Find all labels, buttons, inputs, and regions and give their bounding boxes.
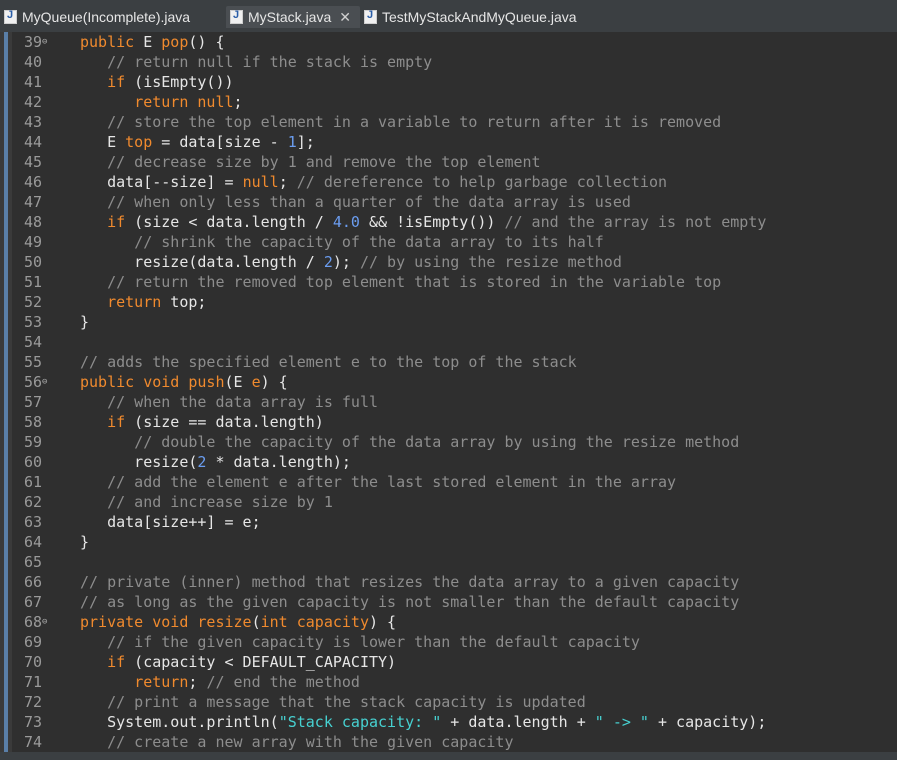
- line-code: return null;: [134, 93, 243, 111]
- line-number: 48: [23, 213, 42, 231]
- editor-left-ruler: [0, 32, 12, 760]
- java-file-icon: [4, 9, 17, 24]
- line-code: // when only less than a quarter of the …: [107, 193, 631, 211]
- line-number: 57: [23, 393, 42, 411]
- line-number: 45: [23, 153, 42, 171]
- line-number: 71: [23, 673, 42, 691]
- tab-testmystackandmyqueue[interactable]: TestMyStackAndMyQueue.java: [364, 6, 594, 28]
- fold-toggle-icon[interactable]: ⊖: [42, 372, 47, 392]
- line-code: if (size < data.length / 4.0 && !isEmpty…: [107, 213, 767, 231]
- line-number: 66: [23, 573, 42, 591]
- line-code: // create a new array with the given cap…: [107, 733, 514, 751]
- line-number: 69: [23, 633, 42, 651]
- line-code: return; // end the method: [134, 673, 360, 691]
- code-editor[interactable]: 39 ⊖ public E pop() {40 // return null if …: [0, 32, 897, 760]
- line-number: 51: [23, 273, 42, 291]
- line-code: // store the top element in a variable t…: [107, 113, 722, 131]
- line-number: 44: [23, 133, 42, 151]
- line-number: 49: [23, 233, 42, 251]
- tab-label: MyQueue(Incomplete).java: [22, 9, 191, 25]
- horizontal-scrollbar[interactable]: [0, 752, 897, 760]
- line-code: // when the data array is full: [107, 393, 379, 411]
- line-code: public void push(E e) {: [80, 373, 288, 391]
- line-number: 65: [23, 553, 42, 571]
- editor-tab-bar: MyQueue(Incomplete).java MyStack.java ✕ …: [0, 0, 897, 33]
- line-code: // private (inner) method that resizes t…: [80, 573, 740, 591]
- line-code: E top = data[size - 1];: [80, 133, 315, 151]
- line-number: 74: [23, 733, 42, 751]
- line-number: 59: [23, 433, 42, 451]
- line-code: if (capacity < DEFAULT_CAPACITY): [107, 653, 397, 671]
- line-code: resize(data.length / 2); // by using the…: [80, 253, 622, 271]
- line-number: 56: [23, 373, 42, 391]
- line-code: // adds the specified element e to the t…: [80, 353, 577, 371]
- line-code: }: [80, 533, 90, 551]
- line-code: data[--size] = null; // dereference to h…: [80, 173, 668, 191]
- line-number: 58: [23, 413, 42, 431]
- tab-label: MyStack.java: [248, 9, 332, 25]
- line-number: 50: [23, 253, 42, 271]
- line-number: 70: [23, 653, 42, 671]
- java-file-icon: [364, 9, 377, 24]
- line-code: private void resize(int capacity) {: [80, 613, 397, 631]
- line-code: // return null if the stack is empty: [107, 53, 433, 71]
- line-number: 41: [23, 73, 42, 91]
- line-code: // return the removed top element that i…: [107, 273, 722, 291]
- line-number: 68: [23, 613, 42, 631]
- line-code: }: [80, 313, 90, 331]
- line-number: 40: [23, 53, 42, 71]
- line-number: 64: [23, 533, 42, 551]
- line-number: 61: [23, 473, 42, 491]
- line-code: // double the capacity of the data array…: [134, 433, 740, 451]
- fold-toggle-icon[interactable]: ⊖: [42, 32, 47, 52]
- line-code: resize(2 * data.length);: [80, 453, 351, 471]
- line-number: 72: [23, 693, 42, 711]
- line-code: return top;: [107, 293, 207, 311]
- change-marker: [4, 32, 8, 752]
- line-number: 46: [23, 173, 42, 191]
- line-number: 67: [23, 593, 42, 611]
- line-code: // print a message that the stack capaci…: [107, 693, 586, 711]
- line-code: System.out.println("Stack capacity: " + …: [80, 713, 767, 731]
- line-code: data[size++] = e;: [80, 513, 261, 531]
- tab-label: TestMyStackAndMyQueue.java: [382, 9, 577, 25]
- line-number: 62: [23, 493, 42, 511]
- line-code: // if the given capacity is lower than t…: [107, 633, 640, 651]
- line-code: if (isEmpty()): [107, 73, 234, 91]
- line-number: 60: [23, 453, 42, 471]
- line-number: 54: [23, 333, 42, 351]
- line-code: // decrease size by 1 and remove the top…: [107, 153, 541, 171]
- close-tab-icon[interactable]: ✕: [339, 9, 351, 26]
- line-number: 39: [23, 33, 42, 51]
- line-code: // add the element e after the last stor…: [107, 473, 677, 491]
- line-number: 52: [23, 293, 42, 311]
- line-code: // shrink the capacity of the data array…: [134, 233, 604, 251]
- line-number: 43: [23, 113, 42, 131]
- line-number: 73: [23, 713, 42, 731]
- tab-myqueue[interactable]: MyQueue(Incomplete).java: [4, 6, 220, 28]
- line-number: 47: [23, 193, 42, 211]
- line-code: // and increase size by 1: [107, 493, 333, 511]
- line-code: public E pop() {: [80, 33, 225, 51]
- line-number: 55: [23, 353, 42, 371]
- line-code: if (size == data.length): [107, 413, 324, 431]
- fold-toggle-icon[interactable]: ⊖: [42, 612, 47, 632]
- java-file-icon: [230, 9, 243, 24]
- line-number: 53: [23, 313, 42, 331]
- tab-mystack[interactable]: MyStack.java ✕: [226, 6, 360, 28]
- line-number: 42: [23, 93, 42, 111]
- line-number: 63: [23, 513, 42, 531]
- line-code: // as long as the given capacity is not …: [80, 593, 740, 611]
